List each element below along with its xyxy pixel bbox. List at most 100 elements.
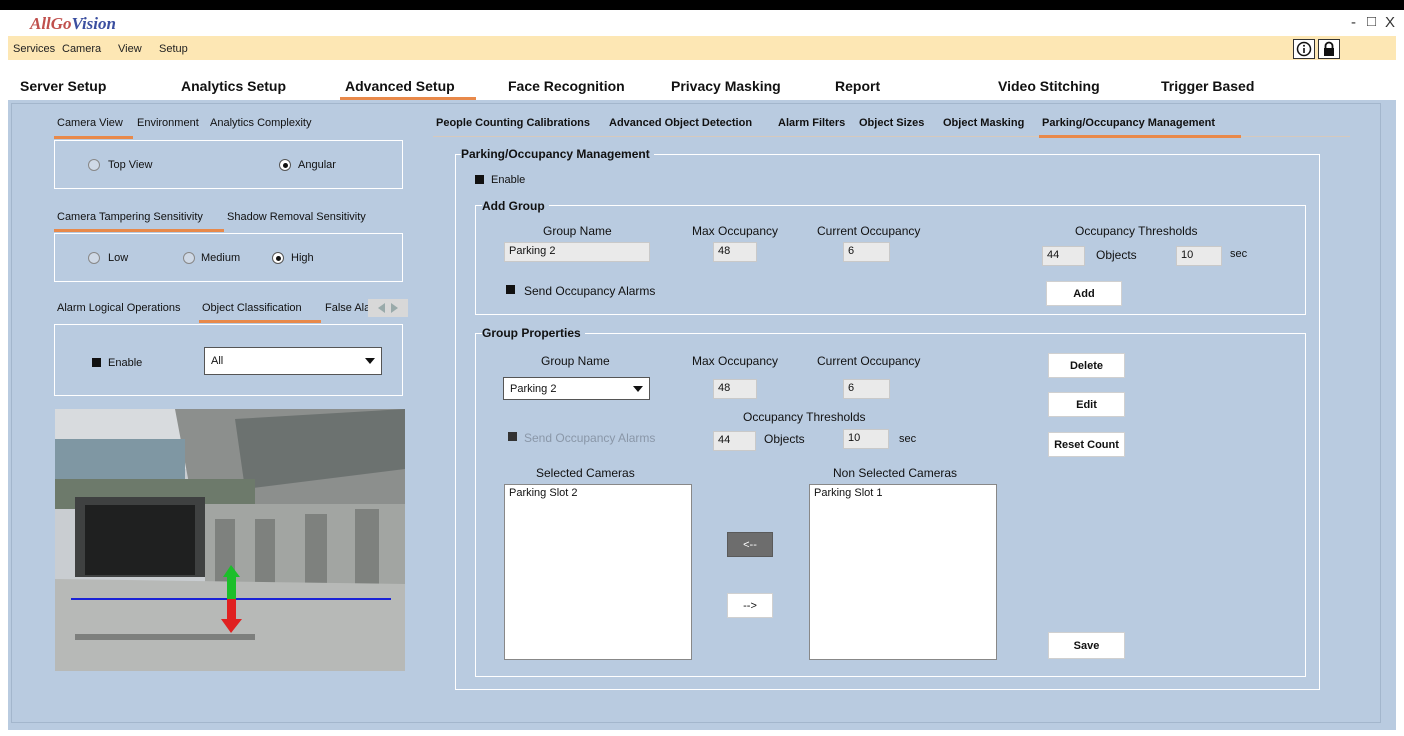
- selected-cameras-label: Selected Cameras: [536, 466, 635, 480]
- add-current-occupancy-input[interactable]: 6: [843, 242, 890, 262]
- radio-angular[interactable]: [279, 159, 291, 171]
- info-icon: [1296, 41, 1312, 57]
- classification-dropdown[interactable]: All: [204, 347, 382, 375]
- enable-pom-label: Enable: [491, 174, 526, 186]
- subtab-object-classification[interactable]: Object Classification: [202, 302, 302, 314]
- info-button[interactable]: [1293, 39, 1315, 59]
- lock-icon: [1324, 41, 1334, 56]
- app-logo: AllGoVision: [30, 14, 116, 33]
- radio-top-view[interactable]: [88, 159, 100, 171]
- menu-services[interactable]: Services: [13, 43, 55, 55]
- props-threshold-sec-input[interactable]: 10: [843, 429, 889, 449]
- subtab-false-alarm[interactable]: False Ala: [325, 302, 368, 314]
- tab-report[interactable]: Report: [835, 78, 880, 94]
- radio-top-view-label: Top View: [108, 159, 153, 171]
- tab-server-setup[interactable]: Server Setup: [20, 78, 106, 94]
- radio-medium[interactable]: [183, 252, 195, 264]
- tab-privacy-masking[interactable]: Privacy Masking: [671, 78, 781, 94]
- parking-occupancy-title: Parking/Occupancy Management: [461, 147, 654, 161]
- add-current-occupancy-label: Current Occupancy: [817, 224, 921, 238]
- add-thresholds-label: Occupancy Thresholds: [1075, 224, 1198, 238]
- tab-analytics-setup[interactable]: Analytics Setup: [181, 78, 286, 94]
- add-objects-unit: Objects: [1096, 248, 1137, 262]
- tab-advanced-setup[interactable]: Advanced Setup: [345, 78, 455, 94]
- move-to-selected-button[interactable]: <--: [727, 532, 773, 557]
- radio-high-label: High: [291, 252, 314, 264]
- props-send-alarms-label: Send Occupancy Alarms: [524, 431, 656, 445]
- add-send-alarms-label: Send Occupancy Alarms: [524, 284, 656, 298]
- maximize-button[interactable]: □: [1367, 13, 1376, 30]
- radio-medium-label: Medium: [201, 252, 241, 264]
- add-max-occupancy-input[interactable]: 48: [713, 242, 757, 262]
- classification-value: All: [211, 355, 224, 367]
- non-selected-cameras-list[interactable]: Parking Slot 1: [809, 484, 997, 660]
- subtab-shadow-removal[interactable]: Shadow Removal Sensitivity: [227, 211, 366, 223]
- add-threshold-sec-input[interactable]: 10: [1176, 246, 1222, 266]
- subtab-active-indicator: [54, 229, 224, 232]
- tab-scroll-buttons[interactable]: [368, 299, 408, 317]
- title-bar: [8, 10, 1404, 36]
- props-objects-unit: Objects: [764, 432, 805, 446]
- group-properties-title: Group Properties: [482, 326, 585, 340]
- radio-low-label: Low: [108, 252, 129, 264]
- save-button[interactable]: Save: [1048, 632, 1125, 659]
- props-threshold-objects-input[interactable]: 44: [713, 431, 756, 451]
- menu-bar: [8, 36, 1396, 60]
- enable-pom-checkbox[interactable]: [475, 175, 484, 184]
- props-current-occupancy-input[interactable]: 6: [843, 379, 890, 399]
- selected-cameras-list[interactable]: Parking Slot 2: [504, 484, 692, 660]
- props-max-occupancy-label: Max Occupancy: [692, 354, 779, 368]
- chevron-down-icon: [633, 385, 643, 392]
- subtab-object-masking[interactable]: Object Masking: [943, 117, 1024, 129]
- subtab-advanced-object-detection[interactable]: Advanced Object Detection: [609, 117, 752, 129]
- move-to-non-selected-button[interactable]: -->: [727, 593, 773, 618]
- radio-low[interactable]: [88, 252, 100, 264]
- props-max-occupancy-input[interactable]: 48: [713, 379, 757, 399]
- props-send-alarms-checkbox[interactable]: [508, 432, 517, 441]
- props-thresholds-label: Occupancy Thresholds: [743, 410, 866, 424]
- add-max-occupancy-label: Max Occupancy: [692, 224, 779, 238]
- add-group-name-input[interactable]: Parking 2: [504, 242, 650, 262]
- reset-count-button[interactable]: Reset Count: [1048, 432, 1125, 457]
- add-button[interactable]: Add: [1046, 281, 1122, 306]
- menu-setup[interactable]: Setup: [159, 43, 188, 55]
- lock-button[interactable]: [1318, 39, 1340, 59]
- menu-camera[interactable]: Camera: [62, 43, 101, 55]
- camera-preview[interactable]: [55, 409, 405, 671]
- chevron-right-icon[interactable]: [390, 303, 398, 313]
- subtab-alarm-logical[interactable]: Alarm Logical Operations: [57, 302, 181, 314]
- props-group-name-dropdown[interactable]: Parking 2: [503, 377, 650, 400]
- tab-face-recognition[interactable]: Face Recognition: [508, 78, 625, 94]
- radio-angular-label: Angular: [298, 159, 336, 171]
- chevron-left-icon[interactable]: [378, 303, 386, 313]
- list-item[interactable]: Parking Slot 2: [509, 487, 687, 499]
- subtab-environment[interactable]: Environment: [137, 117, 199, 129]
- radio-high[interactable]: [272, 252, 284, 264]
- subtab-object-sizes[interactable]: Object Sizes: [859, 117, 924, 129]
- subtab-people-counting[interactable]: People Counting Calibrations: [436, 117, 590, 129]
- subtab-camera-tampering[interactable]: Camera Tampering Sensitivity: [57, 211, 203, 223]
- add-threshold-objects-input[interactable]: 44: [1042, 246, 1085, 266]
- minimize-button[interactable]: -: [1351, 14, 1356, 31]
- subtab-parking-occupancy[interactable]: Parking/Occupancy Management: [1042, 117, 1215, 129]
- delete-button[interactable]: Delete: [1048, 353, 1125, 378]
- add-group-title: Add Group: [482, 199, 549, 213]
- tab-video-stitching[interactable]: Video Stitching: [998, 78, 1100, 94]
- enable-classification-label: Enable: [108, 357, 143, 369]
- list-item[interactable]: Parking Slot 1: [814, 487, 992, 499]
- enable-classification-checkbox[interactable]: [92, 358, 101, 367]
- subtab-camera-view[interactable]: Camera View: [57, 117, 123, 129]
- props-sec-unit: sec: [899, 433, 917, 445]
- non-selected-cameras-label: Non Selected Cameras: [833, 466, 958, 480]
- edit-button[interactable]: Edit: [1048, 392, 1125, 417]
- subtab-active-indicator: [54, 136, 133, 139]
- subtab-active-indicator: [199, 320, 321, 323]
- menu-view[interactable]: View: [118, 43, 142, 55]
- close-button[interactable]: X: [1385, 14, 1395, 31]
- window-top-border: [0, 0, 1404, 10]
- add-send-alarms-checkbox[interactable]: [506, 285, 515, 294]
- subtab-analytics-complexity[interactable]: Analytics Complexity: [210, 117, 311, 129]
- tab-trigger-based[interactable]: Trigger Based: [1161, 78, 1254, 94]
- add-group-name-label: Group Name: [543, 224, 612, 238]
- subtab-alarm-filters[interactable]: Alarm Filters: [778, 117, 845, 129]
